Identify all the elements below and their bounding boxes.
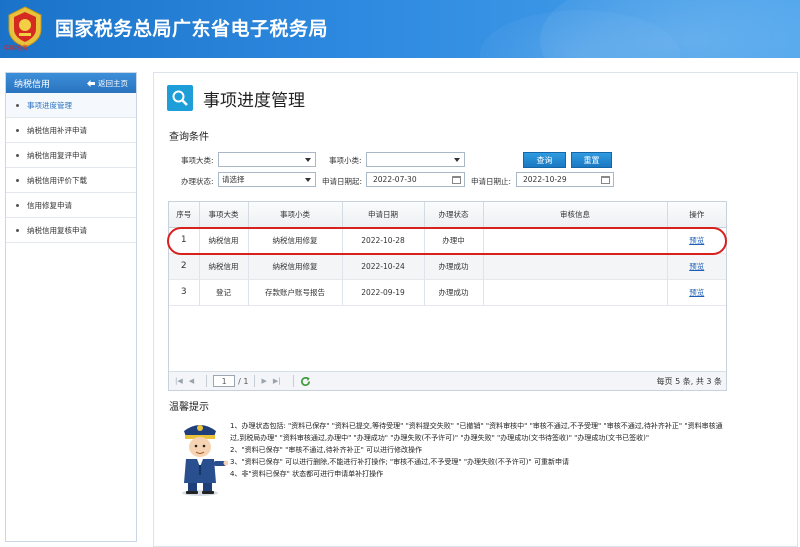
back-arrow-icon (87, 79, 95, 87)
last-page-icon[interactable]: ▶| (273, 377, 281, 385)
date-from-input[interactable]: 2022-07-30 (366, 172, 465, 187)
page-title: 事项进度管理 (203, 90, 305, 111)
first-page-icon[interactable]: |◀ (175, 377, 183, 385)
bullet-icon (16, 228, 19, 232)
cell-status: 办理成功 (424, 253, 484, 280)
date-to-input[interactable]: 2022-10-29 (516, 172, 614, 187)
bullet-icon (16, 203, 19, 207)
item-minor-select[interactable] (366, 152, 465, 167)
page-title-area: 事项进度管理 (167, 85, 305, 111)
page-summary: 每页 5 条, 共 3 条 (656, 376, 722, 386)
pagination-bar: |◀ ◀ 1 / 1 ▶ ▶| 每页 5 条, 共 3 条 (169, 371, 726, 390)
col-header-review: 审核信息 (483, 202, 668, 228)
calendar-icon[interactable] (601, 176, 610, 184)
chevron-down-icon (305, 158, 311, 162)
table-row: 2 纳税信用 纳税信用修复 2022-10-24 办理成功 预览 (169, 253, 726, 280)
site-title: 国家税务总局广东省电子税务局 (55, 18, 329, 40)
tips-title: 温馨提示 (169, 402, 209, 413)
preview-link[interactable]: 预览 (667, 279, 726, 306)
reset-button[interactable]: 重置 (571, 152, 612, 168)
sidebar-item-label: 信用修复申请 (27, 200, 72, 210)
bullet-icon (16, 178, 19, 182)
calendar-icon[interactable] (452, 176, 461, 184)
item-major-label: 事项大类: (181, 156, 214, 165)
table-row: 3 登记 存款账户账号报告 2022-09-19 办理成功 预览 (169, 279, 726, 306)
tips-content: 1、办理状态包括: "资料已保存" "资料已提交,等待受理" "资料提交失败" … (230, 420, 730, 480)
app-header: 中国税务 国家税务总局广东省电子税务局 (0, 0, 800, 58)
date-from-value: 2022-07-30 (373, 175, 417, 184)
status-select[interactable]: 请选择 (218, 172, 316, 187)
table-header-row: 序号 事项大类 事项小类 申请日期 办理状态 审核信息 操作 (169, 202, 726, 228)
tip-line-2: 2、"资料已保存" "审核不通过,待补齐补正" 可以进行修改操作 (230, 446, 423, 454)
sidebar-item-progress[interactable]: 事项进度管理 (6, 93, 136, 118)
row-highlight-annotation (167, 227, 727, 255)
sidebar-item-label: 事项进度管理 (27, 100, 72, 110)
preview-link[interactable]: 预览 (667, 253, 726, 280)
logo-text: 中国税务 (4, 45, 29, 52)
sidebar-header: 纳税信用 返回主页 (6, 73, 136, 93)
cell-status: 办理成功 (424, 279, 484, 306)
sidebar-item-label: 纳税信用复核申请 (27, 225, 87, 235)
cell-major: 登记 (199, 279, 249, 306)
cell-minor: 纳税信用修复 (248, 253, 343, 280)
tip-line-3: 3、"资料已保存" 可以进行删除,不能进行补打操作; "审核不通过,不予受理" … (230, 458, 569, 466)
col-header-date: 申请日期 (342, 202, 425, 228)
cell-date: 2022-09-19 (342, 279, 425, 306)
sidebar-item-eval-download[interactable]: 纳税信用评价下载 (6, 168, 136, 193)
pager-divider (206, 375, 208, 387)
next-page-icon[interactable]: ▶ (261, 377, 266, 385)
sidebar-item-label: 纳税信用复评申请 (27, 150, 87, 160)
sidebar-item-label: 纳税信用补评申请 (27, 125, 87, 135)
col-header-minor: 事项小类 (248, 202, 343, 228)
query-section-title: 查询条件 (169, 132, 209, 143)
chevron-down-icon (454, 158, 460, 162)
refresh-icon[interactable] (300, 376, 311, 387)
bullet-icon (16, 103, 19, 107)
sidebar-title: 纳税信用 (14, 79, 51, 90)
col-header-action: 操作 (667, 202, 726, 228)
col-header-major: 事项大类 (199, 202, 249, 228)
cell-major: 纳税信用 (199, 253, 249, 280)
cell-seq: 2 (169, 253, 200, 280)
status-value: 请选择 (222, 175, 245, 184)
status-label: 办理状态: (181, 177, 214, 186)
cell-seq: 3 (169, 279, 200, 306)
date-to-label: 申请日期止: (471, 177, 512, 186)
cell-review (483, 279, 668, 306)
back-home-link[interactable]: 返回主页 (87, 78, 128, 89)
col-header-seq: 序号 (169, 202, 200, 228)
sidebar: 纳税信用 返回主页 事项进度管理 纳税信用补评申请 纳税信用复评申请 纳税信用评… (5, 72, 137, 542)
page-number-input[interactable]: 1 (213, 375, 236, 387)
item-minor-label: 事项小类: (329, 156, 362, 165)
date-to-value: 2022-10-29 (523, 175, 567, 184)
search-icon (167, 85, 193, 111)
date-from-label: 申请日期起: (322, 177, 363, 186)
pager-divider (292, 375, 294, 387)
tax-officer-mascot-icon (182, 425, 228, 496)
sidebar-item-re-eval[interactable]: 纳税信用复评申请 (6, 143, 136, 168)
cell-minor: 存款账户账号报告 (248, 279, 343, 306)
search-button[interactable]: 查询 (523, 152, 566, 168)
total-pages: / 1 (238, 376, 249, 386)
tip-line-1: 1、办理状态包括: "资料已保存" "资料已提交,等待受理" "资料提交失败" … (230, 422, 723, 442)
sidebar-item-recheck[interactable]: 纳税信用复核申请 (6, 218, 136, 243)
sidebar-item-supplement-eval[interactable]: 纳税信用补评申请 (6, 118, 136, 143)
col-header-status: 办理状态 (424, 202, 484, 228)
pager-divider (254, 375, 256, 387)
prev-page-icon[interactable]: ◀ (189, 377, 194, 385)
tip-line-4: 4、非"资料已保存" 状态都可进行申请单补打操作 (230, 470, 384, 478)
sidebar-item-label: 纳税信用评价下载 (27, 175, 87, 185)
back-home-label: 返回主页 (98, 78, 128, 88)
cell-review (483, 253, 668, 280)
bullet-icon (16, 153, 19, 157)
bullet-icon (16, 128, 19, 132)
cell-date: 2022-10-24 (342, 253, 425, 280)
chevron-down-icon (305, 178, 311, 182)
item-major-select[interactable] (218, 152, 316, 167)
sidebar-item-credit-repair[interactable]: 信用修复申请 (6, 193, 136, 218)
